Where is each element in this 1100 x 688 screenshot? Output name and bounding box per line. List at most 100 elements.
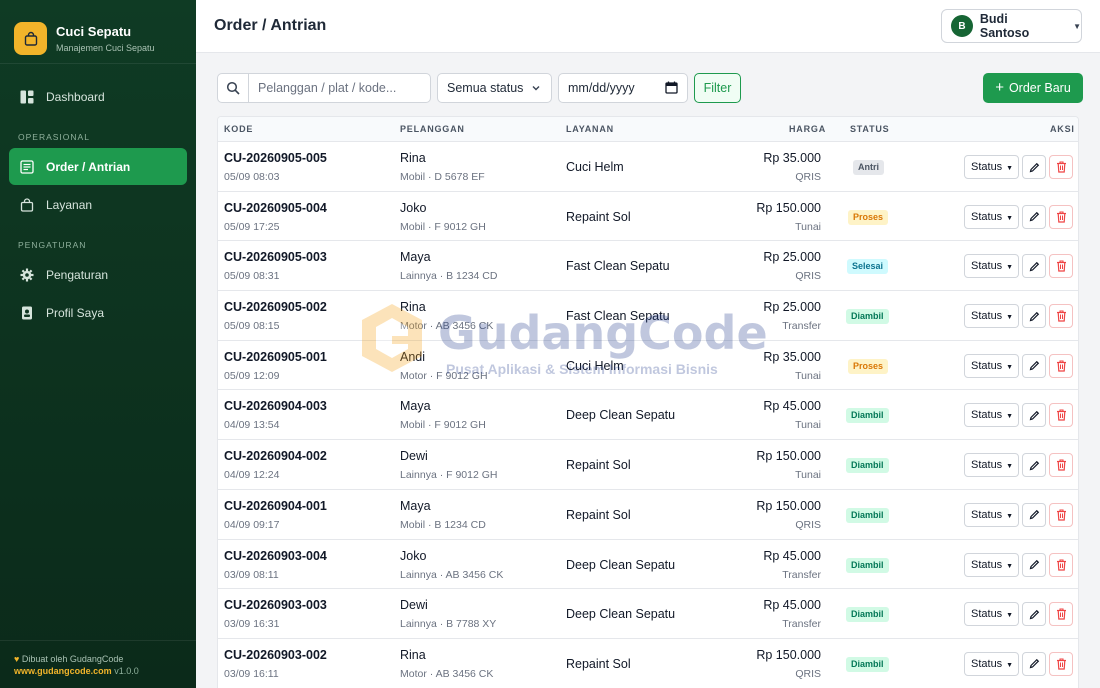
edit-button[interactable] (1022, 602, 1046, 627)
order-time: 05/09 08:15 (224, 320, 280, 333)
delete-button[interactable] (1049, 254, 1073, 279)
order-code[interactable]: CU-20260903-002 (224, 648, 327, 662)
delete-button[interactable] (1049, 204, 1073, 229)
delete-button[interactable] (1049, 304, 1073, 329)
date-filter-input[interactable]: mm/dd/yyyy (558, 73, 688, 103)
order-code[interactable]: CU-20260903-004 (224, 549, 327, 563)
table-row: CU-20260903-002 03/09 16:11 Rina Motor · AB… (218, 639, 1078, 688)
trash-icon (1056, 459, 1066, 471)
sidebar-item-order-antrian[interactable]: Order / Antrian (9, 148, 187, 185)
customer-vehicle: Motor · AB 3456 CK (400, 320, 494, 333)
payment-method: QRIS (795, 667, 821, 680)
change-status-button[interactable]: Status ▼ (964, 502, 1019, 527)
change-status-label: Status (971, 558, 1003, 571)
edit-button[interactable] (1022, 502, 1046, 527)
edit-button[interactable] (1022, 304, 1046, 329)
delete-button[interactable] (1049, 602, 1073, 627)
delete-button[interactable] (1049, 651, 1073, 676)
order-time: 03/09 16:31 (224, 618, 280, 631)
search-input[interactable] (249, 74, 429, 102)
change-status-button[interactable]: Status ▼ (964, 204, 1019, 229)
customer-vehicle: Lainnya · B 1234 CD (400, 270, 498, 283)
edit-button[interactable] (1022, 155, 1046, 179)
sidebar-item-layanan[interactable]: Layanan (9, 186, 187, 223)
edit-button[interactable] (1022, 254, 1046, 279)
column-header-layanan: LAYANAN (566, 124, 614, 134)
caret-down-icon: ▼ (1004, 214, 1014, 222)
order-price: Rp 35.000 (763, 151, 821, 165)
order-price: Rp 150.000 (756, 647, 821, 662)
service-name: Repaint Sol (566, 458, 631, 473)
change-status-button[interactable]: Status ▼ (964, 453, 1019, 478)
customer-name: Rina (400, 300, 426, 315)
trash-icon (1056, 409, 1066, 422)
order-code[interactable]: CU-20260904-001 (224, 499, 327, 513)
orders-table: KODE PELANGGAN LAYANAN HARGA STATUS AKSI… (217, 116, 1079, 688)
status-badge: Diambil (846, 458, 889, 474)
delete-button[interactable] (1049, 353, 1073, 378)
delete-button[interactable] (1049, 403, 1073, 428)
change-status-button[interactable]: Status ▼ (964, 353, 1019, 378)
sidebar-item-pengaturan[interactable]: Pengaturan (9, 256, 187, 293)
payment-method: Transfer (782, 320, 821, 333)
customer-name: Rina (400, 647, 426, 662)
status-badge: Diambil (846, 557, 889, 573)
service-name: Deep Clean Sepatu (566, 557, 676, 572)
order-price: Rp 150.000 (756, 498, 821, 513)
order-code[interactable]: CU-20260905-002 (224, 300, 327, 314)
edit-button[interactable] (1022, 204, 1046, 229)
customer-vehicle: Lainnya · F 9012 GH (400, 469, 498, 482)
receipt-icon (19, 159, 34, 174)
version-text: v1.0.0 (114, 666, 139, 676)
delete-button[interactable] (1049, 453, 1073, 478)
status-filter-select[interactable]: Semua status (437, 73, 552, 103)
trash-icon (1056, 360, 1066, 372)
order-code[interactable]: CU-20260905-003 (224, 250, 327, 264)
caret-down-icon: ▼ (1004, 612, 1014, 620)
order-time: 05/09 17:25 (224, 220, 280, 233)
delete-button[interactable] (1049, 552, 1073, 577)
caret-down-icon: ▼ (1004, 165, 1014, 172)
pencil-icon (1029, 212, 1039, 222)
status-badge: Diambil (846, 408, 889, 424)
order-time: 05/09 08:03 (224, 171, 280, 183)
change-status-button[interactable]: Status ▼ (964, 651, 1019, 676)
order-code[interactable]: CU-20260903-003 (224, 598, 327, 612)
payment-method: Tunai (795, 220, 821, 233)
edit-button[interactable] (1022, 353, 1046, 378)
order-time: 05/09 08:31 (224, 270, 280, 283)
new-order-button[interactable]: + Order Baru (983, 73, 1083, 103)
footer-link[interactable]: www.gudangcode.com (14, 666, 112, 676)
customer-name: Dewi (400, 449, 428, 464)
change-status-button[interactable]: Status ▼ (964, 254, 1019, 279)
caret-down-icon: ▼ (1004, 562, 1014, 570)
delete-button[interactable] (1049, 155, 1073, 179)
sidebar: Cuci Sepatu Manajemen Cuci Sepatu Dashbo… (0, 0, 196, 688)
column-header-pelanggan: PELANGGAN (400, 124, 465, 134)
sidebar-item-dashboard[interactable]: Dashboard (9, 78, 187, 115)
order-code[interactable]: CU-20260905-005 (224, 151, 327, 165)
edit-button[interactable] (1022, 552, 1046, 577)
delete-button[interactable] (1049, 502, 1073, 527)
column-header-harga: HARGA (789, 124, 826, 134)
change-status-button[interactable]: Status ▼ (964, 155, 1019, 179)
order-code[interactable]: CU-20260905-001 (224, 350, 327, 364)
trash-icon (1056, 310, 1066, 322)
customer-name: Joko (400, 548, 427, 563)
change-status-button[interactable]: Status ▼ (964, 602, 1019, 627)
user-menu-button[interactable]: B Budi Santoso ▼ (941, 9, 1082, 43)
sidebar-item-profil-saya[interactable]: Profil Saya (9, 294, 187, 331)
calendar-icon[interactable] (665, 81, 678, 97)
edit-button[interactable] (1022, 453, 1046, 478)
change-status-button[interactable]: Status ▼ (964, 403, 1019, 428)
filter-button[interactable]: Filter (694, 73, 741, 103)
edit-button[interactable] (1022, 651, 1046, 676)
column-header-kode: KODE (224, 124, 254, 134)
change-status-button[interactable]: Status ▼ (964, 304, 1019, 329)
change-status-button[interactable]: Status ▼ (964, 552, 1019, 577)
order-time: 03/09 08:11 (224, 568, 279, 581)
order-code[interactable]: CU-20260905-004 (224, 201, 327, 215)
edit-button[interactable] (1022, 403, 1046, 428)
order-code[interactable]: CU-20260904-002 (224, 449, 327, 463)
order-code[interactable]: CU-20260904-003 (224, 399, 327, 413)
